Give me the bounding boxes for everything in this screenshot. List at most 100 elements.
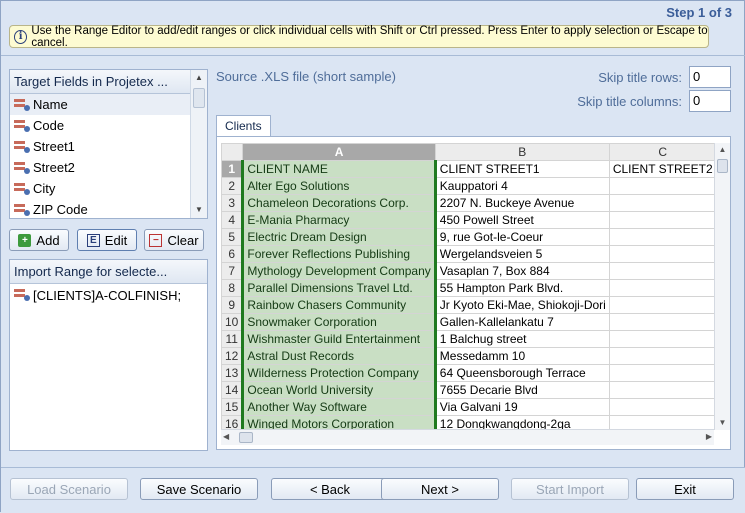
table-cell[interactable] (608, 398, 714, 416)
table-cell[interactable]: Gallen-Kallelankatu 7 (434, 313, 610, 331)
sheet-grid[interactable]: ABCD 1CLIENT NAMECLIENT STREET1CLIENT ST… (221, 143, 714, 430)
table-cell[interactable]: 55 Hampton Park Blvd. (434, 279, 610, 297)
table-cell[interactable]: 9, rue Got-le-Coeur (434, 228, 610, 246)
table-cell[interactable]: 7655 Decarie Blvd (434, 381, 610, 399)
table-cell[interactable] (608, 211, 714, 229)
skip-columns-input[interactable]: 0 (689, 90, 731, 112)
table-cell[interactable] (608, 415, 714, 430)
table-cell[interactable]: 1 Balchug street (434, 330, 610, 348)
row-header[interactable]: 11 (221, 330, 244, 348)
table-cell[interactable]: 12 Dongkwangdong-2ga (434, 415, 610, 430)
row-header[interactable]: 8 (221, 279, 244, 297)
target-field-item[interactable]: City (10, 178, 191, 199)
table-cell[interactable] (608, 194, 714, 212)
table-cell[interactable]: Messedamm 10 (434, 347, 610, 365)
row-header[interactable]: 4 (221, 211, 244, 229)
table-cell[interactable]: Mythology Development Company (241, 262, 437, 280)
row-header[interactable]: 10 (221, 313, 244, 331)
table-cell[interactable]: Via Galvani 19 (434, 398, 610, 416)
table-cell[interactable]: Another Way Software (241, 398, 437, 416)
start-import-button[interactable]: Start Import (511, 478, 629, 500)
grid-vertical-scrollbar[interactable]: ▲ ▼ (714, 143, 730, 430)
table-cell[interactable] (608, 347, 714, 365)
clear-range-button[interactable]: − Clear (144, 229, 204, 251)
table-cell[interactable]: Wergelandsveien 5 (434, 245, 610, 263)
table-cell[interactable]: Ocean World University (241, 381, 437, 399)
scroll-up-icon[interactable]: ▲ (715, 143, 730, 157)
table-cell[interactable] (608, 245, 714, 263)
table-cell[interactable]: Wishmaster Guild Entertainment (241, 330, 437, 348)
table-cell[interactable]: Wilderness Protection Company (241, 364, 437, 382)
table-cell[interactable]: 64 Queensborough Terrace (434, 364, 610, 382)
save-scenario-button[interactable]: Save Scenario (140, 478, 258, 500)
scroll-left-icon[interactable]: ◀ (223, 430, 229, 444)
back-button[interactable]: < Back (271, 478, 389, 500)
table-cell[interactable] (608, 296, 714, 314)
load-scenario-button[interactable]: Load Scenario (10, 478, 128, 500)
tab-clients[interactable]: Clients (216, 115, 271, 137)
table-cell[interactable]: Winged Motors Corporation (241, 415, 437, 430)
row-header[interactable]: 9 (221, 296, 244, 314)
table-cell[interactable]: Jr Kyoto Eki-Mae, Shiokoji-Dori (434, 296, 610, 314)
table-cell[interactable]: 450 Powell Street (434, 211, 610, 229)
table-cell[interactable]: Astral Dust Records (241, 347, 437, 365)
edit-range-button[interactable]: E Edit (77, 229, 137, 251)
table-cell[interactable]: Electric Dream Design (241, 228, 437, 246)
row-header[interactable]: 5 (221, 228, 244, 246)
row-header[interactable]: 6 (221, 245, 244, 263)
target-field-item[interactable]: Code (10, 115, 191, 136)
grid-horizontal-scrollbar[interactable]: ◀ ▶ (221, 429, 714, 445)
table-cell[interactable] (608, 228, 714, 246)
table-cell[interactable] (608, 262, 714, 280)
scroll-up-icon[interactable]: ▲ (191, 70, 207, 86)
row-header[interactable]: 12 (221, 347, 244, 365)
exit-button[interactable]: Exit (636, 478, 734, 500)
target-fields-panel: Target Fields in Projetex ... Name Code St… (9, 69, 208, 219)
table-cell[interactable]: Parallel Dimensions Travel Ltd. (241, 279, 437, 297)
table-cell[interactable]: CLIENT NAME (241, 160, 437, 178)
target-field-item[interactable]: Name (10, 94, 191, 115)
skip-rows-input[interactable]: 0 (689, 66, 731, 88)
row-header[interactable]: 1 (221, 160, 244, 178)
table-cell[interactable] (608, 279, 714, 297)
row-header[interactable]: 15 (221, 398, 244, 416)
table-cell[interactable]: Forever Reflections Publishing (241, 245, 437, 263)
table-cell[interactable]: Rainbow Chasers Community (241, 296, 437, 314)
table-cell[interactable] (608, 364, 714, 382)
row-header[interactable]: 2 (221, 177, 244, 195)
row-header[interactable]: 14 (221, 381, 244, 399)
next-button[interactable]: Next > (381, 478, 499, 500)
table-cell[interactable] (608, 381, 714, 399)
target-field-item[interactable]: ZIP Code (10, 199, 191, 220)
column-header[interactable]: B (434, 143, 610, 161)
table-cell[interactable]: CLIENT STREET1 (434, 160, 610, 178)
column-header[interactable]: A (242, 143, 436, 161)
add-range-button[interactable]: + Add (9, 229, 69, 251)
table-cell[interactable]: Chameleon Decorations Corp. (241, 194, 437, 212)
scroll-down-icon[interactable]: ▼ (191, 202, 207, 218)
scroll-thumb[interactable] (717, 159, 728, 173)
table-cell[interactable]: Alter Ego Solutions (241, 177, 437, 195)
import-range-item[interactable]: [CLIENTS]A-COLFINISH; (10, 284, 207, 306)
target-field-item[interactable]: Street1 (10, 136, 191, 157)
target-field-item[interactable]: Street2 (10, 157, 191, 178)
row-header[interactable]: 7 (221, 262, 244, 280)
row-header[interactable]: 13 (221, 364, 244, 382)
scroll-down-icon[interactable]: ▼ (715, 416, 730, 430)
table-cell[interactable]: Snowmaker Corporation (241, 313, 437, 331)
table-cell[interactable] (608, 313, 714, 331)
table-cell[interactable] (608, 177, 714, 195)
table-cell[interactable]: E-Mania Pharmacy (241, 211, 437, 229)
scroll-thumb[interactable] (239, 432, 253, 443)
table-cell[interactable]: Vasaplan 7, Box 884 (434, 262, 610, 280)
table-cell[interactable]: CLIENT STREET2 (608, 160, 714, 178)
table-cell[interactable]: Kauppatori 4 (434, 177, 610, 195)
table-cell[interactable] (608, 330, 714, 348)
column-header[interactable]: C (608, 143, 714, 161)
row-header[interactable]: 3 (221, 194, 244, 212)
target-fields-scrollbar[interactable]: ▲ ▼ (190, 70, 207, 218)
row-header[interactable]: 16 (221, 415, 244, 430)
scroll-thumb[interactable] (193, 88, 205, 108)
scroll-right-icon[interactable]: ▶ (706, 430, 712, 444)
table-cell[interactable]: 2207 N. Buckeye Avenue (434, 194, 610, 212)
